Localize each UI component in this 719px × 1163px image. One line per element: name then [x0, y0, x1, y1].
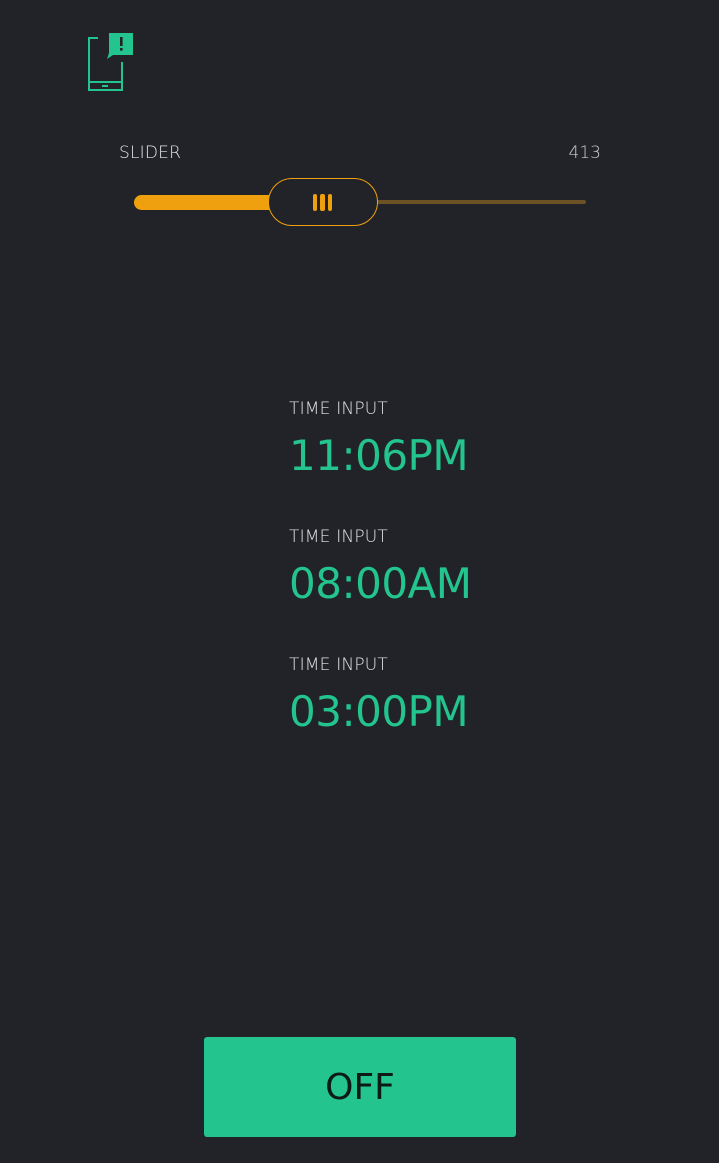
time-input-label: TIME INPUT: [289, 655, 389, 675]
slider-value: 413: [568, 143, 601, 163]
time-input-label: TIME INPUT: [289, 399, 389, 419]
off-button[interactable]: OFF: [204, 1037, 516, 1137]
slider-thumb[interactable]: [267, 178, 378, 226]
time-input-2[interactable]: TIME INPUT 08:00AM: [289, 527, 472, 608]
grip-line: [320, 193, 325, 211]
phone-notification-icon[interactable]: [86, 32, 136, 94]
time-input-value[interactable]: 03:00PM: [289, 687, 469, 736]
time-input-3[interactable]: TIME INPUT 03:00PM: [289, 655, 469, 736]
grip-line: [327, 193, 333, 211]
grip-line: [312, 193, 318, 211]
time-input-value[interactable]: 11:06PM: [289, 431, 469, 480]
time-input-value[interactable]: 08:00AM: [289, 559, 472, 608]
time-input-label: TIME INPUT: [289, 527, 389, 547]
slider-label: SLIDER: [119, 143, 182, 163]
time-input-1[interactable]: TIME INPUT 11:06PM: [289, 399, 469, 480]
